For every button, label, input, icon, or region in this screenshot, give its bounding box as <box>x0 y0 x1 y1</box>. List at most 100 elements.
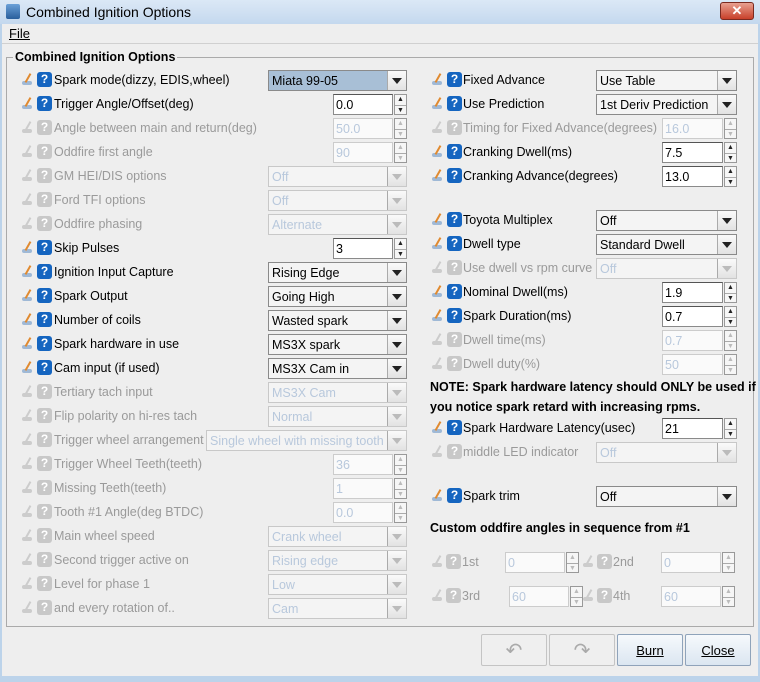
dropdown-select[interactable]: Off <box>596 258 737 279</box>
edit-pen-icon[interactable] <box>582 589 595 602</box>
spin-down-icon[interactable]: ▼ <box>723 597 734 607</box>
spin-up-icon[interactable]: ▲ <box>725 331 736 341</box>
value-input[interactable]: 16.0 <box>662 118 723 139</box>
spinner[interactable]: ▲ ▼ <box>724 306 737 327</box>
help-icon[interactable]: ? <box>447 284 462 299</box>
help-icon[interactable]: ? <box>447 308 462 323</box>
value-input[interactable]: 21 <box>662 418 723 439</box>
help-icon[interactable]: ? <box>37 600 52 615</box>
edit-pen-icon[interactable] <box>431 169 444 182</box>
help-icon[interactable]: ? <box>446 588 461 603</box>
edit-pen-icon[interactable] <box>431 309 444 322</box>
chevron-down-icon[interactable] <box>717 487 736 506</box>
dropdown-select[interactable]: Off <box>268 190 407 211</box>
oddfire-value-input[interactable]: 0 <box>661 552 721 573</box>
spin-down-icon[interactable]: ▼ <box>725 429 736 439</box>
chevron-down-icon[interactable] <box>717 95 736 114</box>
dropdown-select[interactable]: Standard Dwell <box>596 234 737 255</box>
edit-pen-icon[interactable] <box>431 555 444 568</box>
help-icon[interactable]: ? <box>37 192 52 207</box>
dropdown-select[interactable]: Off <box>596 486 737 507</box>
spinner[interactable]: ▲ ▼ <box>724 418 737 439</box>
value-input[interactable]: 50 <box>662 354 723 375</box>
help-icon[interactable]: ? <box>37 552 52 567</box>
spinner[interactable]: ▲ ▼ <box>724 166 737 187</box>
help-icon[interactable]: ? <box>447 212 462 227</box>
help-icon[interactable]: ? <box>37 576 52 591</box>
value-input[interactable]: 7.5 <box>662 142 723 163</box>
spinner[interactable]: ▲ ▼ <box>724 118 737 139</box>
edit-pen-icon[interactable] <box>431 145 444 158</box>
dropdown-select[interactable]: MS3X Cam <box>268 382 407 403</box>
edit-pen-icon[interactable] <box>431 489 444 502</box>
chevron-down-icon[interactable] <box>387 527 406 546</box>
edit-pen-icon[interactable] <box>431 445 444 458</box>
oddfire-value-input[interactable]: 0 <box>505 552 565 573</box>
spin-down-icon[interactable]: ▼ <box>567 563 578 573</box>
help-icon[interactable]: ? <box>447 488 462 503</box>
spin-up-icon[interactable]: ▲ <box>725 355 736 365</box>
edit-pen-icon[interactable] <box>21 385 34 398</box>
value-input[interactable]: 0.7 <box>662 306 723 327</box>
edit-pen-icon[interactable] <box>21 529 34 542</box>
dropdown-select[interactable]: Crank wheel <box>268 526 407 547</box>
dropdown-select[interactable]: 1st Deriv Prediction <box>596 94 737 115</box>
help-icon[interactable]: ? <box>37 384 52 399</box>
spin-up-icon[interactable]: ▲ <box>725 307 736 317</box>
window-close-button[interactable]: ✕ <box>720 2 754 20</box>
edit-pen-icon[interactable] <box>431 421 444 434</box>
spin-down-icon[interactable]: ▼ <box>571 597 582 607</box>
dropdown-select[interactable]: Low <box>268 574 407 595</box>
close-button[interactable]: Close <box>685 634 751 666</box>
edit-pen-icon[interactable] <box>431 237 444 250</box>
chevron-down-icon[interactable] <box>717 259 736 278</box>
help-icon[interactable]: ? <box>447 356 462 371</box>
spinner[interactable]: ▲ ▼ <box>724 282 737 303</box>
help-icon[interactable]: ? <box>447 260 462 275</box>
chevron-down-icon[interactable] <box>717 211 736 230</box>
spinner[interactable]: ▲ ▼ <box>724 142 737 163</box>
spin-up-icon[interactable]: ▲ <box>725 167 736 177</box>
help-icon[interactable]: ? <box>447 236 462 251</box>
spin-up-icon[interactable]: ▲ <box>567 553 578 563</box>
spin-up-icon[interactable]: ▲ <box>725 419 736 429</box>
spin-down-icon[interactable]: ▼ <box>723 563 734 573</box>
dropdown-select[interactable]: Cam <box>268 598 407 619</box>
spin-down-icon[interactable]: ▼ <box>725 177 736 187</box>
undo-button[interactable]: ↶ <box>481 634 547 666</box>
edit-pen-icon[interactable] <box>431 121 444 134</box>
redo-button[interactable]: ↷ <box>549 634 615 666</box>
help-icon[interactable]: ? <box>447 120 462 135</box>
dropdown-select[interactable]: Rising edge <box>268 550 407 571</box>
edit-pen-icon[interactable] <box>431 333 444 346</box>
help-icon[interactable]: ? <box>597 588 612 603</box>
help-icon[interactable]: ? <box>447 144 462 159</box>
spin-up-icon[interactable]: ▲ <box>725 143 736 153</box>
edit-pen-icon[interactable] <box>21 553 34 566</box>
spinner[interactable]: ▲ ▼ <box>724 354 737 375</box>
edit-pen-icon[interactable] <box>431 589 444 602</box>
chevron-down-icon[interactable] <box>717 443 736 462</box>
help-icon[interactable]: ? <box>447 168 462 183</box>
menu-file[interactable]: File <box>9 26 30 41</box>
value-input[interactable]: 1.9 <box>662 282 723 303</box>
spin-up-icon[interactable]: ▲ <box>725 119 736 129</box>
edit-pen-icon[interactable] <box>431 73 444 86</box>
dropdown-select[interactable]: Use Table <box>596 70 737 91</box>
chevron-down-icon[interactable] <box>387 599 406 618</box>
edit-pen-icon[interactable] <box>431 97 444 110</box>
spin-down-icon[interactable]: ▼ <box>725 129 736 139</box>
spin-down-icon[interactable]: ▼ <box>395 513 406 523</box>
spin-up-icon[interactable]: ▲ <box>725 283 736 293</box>
spin-up-icon[interactable]: ▲ <box>723 587 734 597</box>
edit-pen-icon[interactable] <box>431 357 444 370</box>
edit-pen-icon[interactable] <box>21 577 34 590</box>
spin-up-icon[interactable]: ▲ <box>723 553 734 563</box>
edit-pen-icon[interactable] <box>21 193 34 206</box>
value-input[interactable]: 13.0 <box>662 166 723 187</box>
chevron-down-icon[interactable] <box>717 235 736 254</box>
oddfire-value-input[interactable]: 60 <box>661 586 721 607</box>
help-icon[interactable]: ? <box>447 96 462 111</box>
chevron-down-icon[interactable] <box>717 71 736 90</box>
dropdown-select[interactable]: Off <box>596 210 737 231</box>
